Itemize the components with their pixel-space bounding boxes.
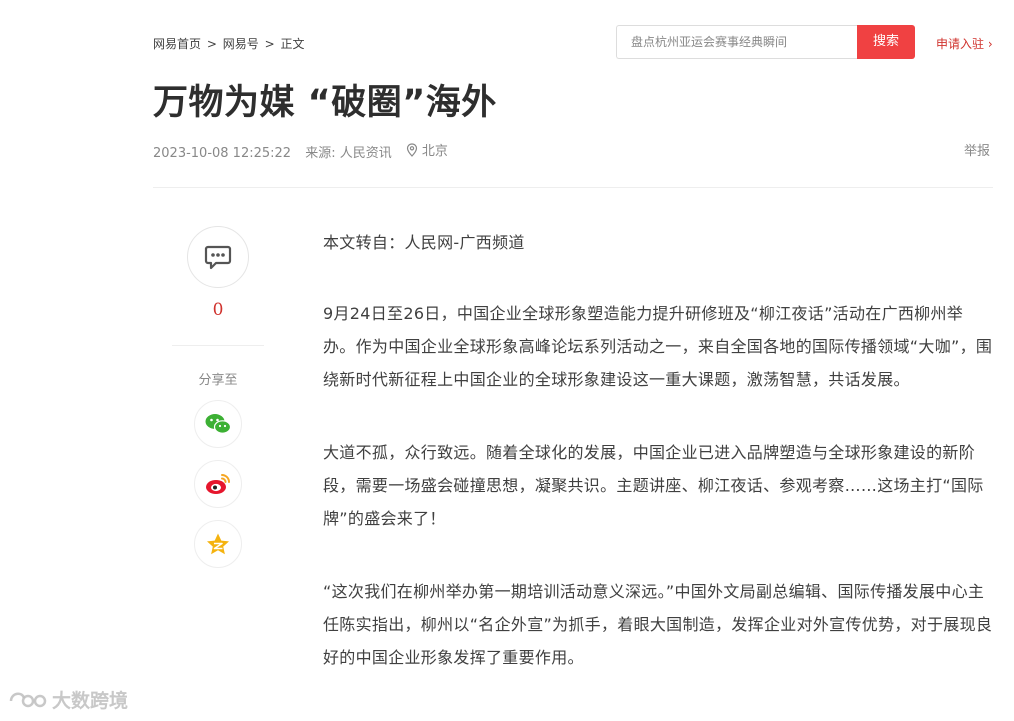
article-paragraph: 9月24日至26日，中国企业全球形象塑造能力提升研修班及“柳江夜话”活动在广西柳…: [323, 304, 993, 389]
header-divider: [153, 187, 993, 188]
share-qzone-button[interactable]: [194, 520, 242, 568]
share-weibo-button[interactable]: [194, 460, 242, 508]
share-wechat-button[interactable]: [194, 400, 242, 448]
watermark-logo-icon: [9, 692, 47, 707]
location-text: 北京: [421, 144, 448, 159]
breadcrumb: 网易首页 > 网易号 > 正文: [153, 35, 306, 52]
share-label: 分享至: [198, 373, 238, 388]
comment-count[interactable]: 0: [187, 300, 249, 320]
watermark: 大数跨境: [8, 686, 128, 713]
article-paragraph: “这次我们在柳州举办第一期培训活动意义深远。”中国外文局副总编辑、国际传播发展中…: [323, 582, 993, 667]
breadcrumb-separator: >: [206, 37, 217, 51]
breadcrumb-home[interactable]: 网易首页: [153, 37, 201, 51]
article-meta: 2023-10-08 12:25:22 来源: 人民资讯 北京: [153, 140, 468, 161]
comment-icon: [204, 245, 232, 270]
page-title: 万物为媒 “破圈”海外: [153, 83, 497, 123]
article-body: 本文转自：人民网-广西频道 9月24日至26日，中国企业全球形象塑造能力提升研修…: [323, 226, 995, 714]
breadcrumb-hao[interactable]: 网易号: [223, 37, 259, 51]
breadcrumb-separator: >: [264, 37, 275, 51]
location-pin-icon: [406, 142, 417, 157]
apply-link[interactable]: 申请入驻 ›: [936, 35, 993, 52]
wechat-icon: [205, 414, 232, 434]
comment-button[interactable]: [187, 226, 249, 288]
weibo-icon: [206, 474, 230, 494]
watermark-text: 大数跨境: [52, 690, 129, 712]
article-paragraph: 大道不孤，众行致远。随着全球化的发展，中国企业已进入品牌塑造与全球形象建设的新阶…: [323, 443, 984, 528]
search-input[interactable]: 盘点杭州亚运会赛事经典瞬间: [616, 25, 857, 59]
article-source: 来源: 人民资讯: [305, 145, 392, 161]
location: 北京: [406, 140, 458, 159]
qzone-icon: [207, 533, 229, 555]
article-paragraph: 本文转自：人民网-广西频道: [323, 233, 525, 252]
sidebar-divider: [172, 345, 264, 346]
publish-date: 2023-10-08 12:25:22: [153, 145, 292, 161]
report-link[interactable]: 举报: [964, 140, 990, 159]
search-button[interactable]: 搜索: [857, 25, 915, 59]
breadcrumb-current: 正文: [280, 37, 305, 51]
